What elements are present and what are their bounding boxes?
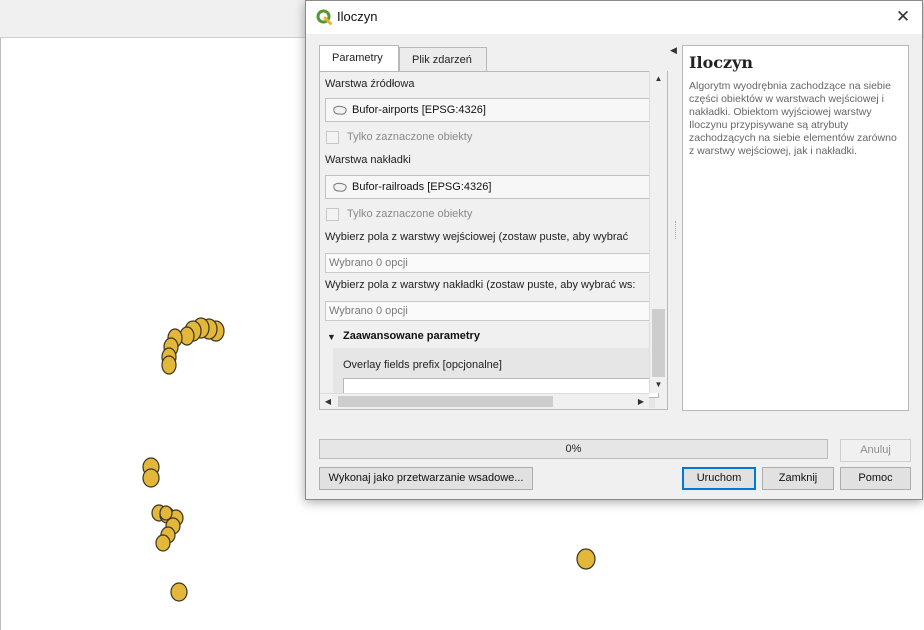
advanced-parameters-label: Zaawansowane parametry <box>343 330 480 342</box>
overlay-fields-label: Wybierz pola z warstwy nakładki (zostaw … <box>325 279 636 291</box>
intersection-dialog: Iloczyn ✕ Parametry Plik zdarzeń Warstwa… <box>305 0 923 500</box>
vertical-scroll-thumb[interactable] <box>652 309 665 377</box>
cancel-button[interactable]: Anuluj <box>840 439 911 462</box>
scroll-left-icon[interactable]: ◀ <box>320 394 336 410</box>
scroll-up-icon[interactable]: ▲ <box>650 71 667 87</box>
horizontal-scrollbar[interactable]: ◀ ▶ <box>320 393 649 409</box>
overlay-fields-value: Wybrano 0 opcji <box>329 305 408 317</box>
buffer-polygon <box>159 505 173 521</box>
vertical-scrollbar[interactable]: ▲ ▼ <box>649 71 667 393</box>
buffer-polygon <box>155 534 171 552</box>
panel-splitter[interactable] <box>675 221 678 239</box>
input-fields-value: Wybrano 0 opcji <box>329 257 408 269</box>
dialog-titlebar: Iloczyn ✕ <box>306 1 922 34</box>
run-button[interactable]: Uruchom <box>682 467 756 490</box>
scroll-right-icon[interactable]: ▶ <box>633 394 649 410</box>
help-button[interactable]: Pomoc <box>840 467 911 490</box>
checkbox-box[interactable] <box>326 208 339 221</box>
overlay-fields-select[interactable]: Wybrano 0 opcji <box>325 301 655 321</box>
scroll-down-icon[interactable]: ▼ <box>650 377 667 393</box>
input-fields-label: Wybierz pola z warstwy wejściowej (zosta… <box>325 231 629 243</box>
help-title: Iloczyn <box>689 53 753 72</box>
overlay-layer-label: Warstwa nakładki <box>325 154 411 166</box>
triangle-down-icon: ▼ <box>327 332 336 342</box>
advanced-parameters-toggle[interactable]: ▼ Zaawansowane parametry <box>325 328 655 348</box>
buffer-polygon <box>576 548 596 570</box>
progress-bar: 0% <box>319 439 828 459</box>
buffer-polygon <box>161 355 177 375</box>
source-layer-value: Bufor-airports [EPSG:4326] <box>352 104 486 116</box>
tab-log[interactable]: Plik zdarzeń <box>399 47 487 71</box>
source-layer-combo[interactable]: Bufor-airports [EPSG:4326] <box>325 98 655 122</box>
collapse-help-icon[interactable]: ◀ <box>670 45 677 56</box>
overlay-layer-combo[interactable]: Bufor-railroads [EPSG:4326] <box>325 175 655 199</box>
buffer-polygon <box>142 468 160 488</box>
checkbox-box[interactable] <box>326 131 339 144</box>
checkbox-label: Tylko zaznaczone obiekty <box>347 131 473 143</box>
buffer-polygon <box>170 582 188 602</box>
source-layer-label: Warstwa źródłowa <box>325 78 415 90</box>
close-icon[interactable]: ✕ <box>890 5 916 29</box>
polygon-layer-icon <box>333 182 347 192</box>
overlay-prefix-label: Overlay fields prefix [opcjonalne] <box>343 359 502 371</box>
input-fields-select[interactable]: Wybrano 0 opcji <box>325 253 655 273</box>
close-button[interactable]: Zamknij <box>762 467 834 490</box>
dialog-title: Iloczyn <box>337 9 378 24</box>
polygon-layer-icon <box>333 105 347 115</box>
progress-text: 0% <box>565 443 582 455</box>
help-description: Algorytm wyodrębnia zachodzące na siebie… <box>689 80 897 157</box>
qgis-logo-icon <box>316 9 332 25</box>
overlay-layer-value: Bufor-railroads [EPSG:4326] <box>352 181 492 193</box>
checkbox-label: Tylko zaznaczone obiekty <box>347 208 473 220</box>
tab-parameters[interactable]: Parametry <box>319 45 399 72</box>
horizontal-scroll-thumb[interactable] <box>338 396 553 407</box>
help-panel: Iloczyn Algorytm wyodrębnia zachodzące n… <box>682 45 909 411</box>
parameters-panel: Warstwa źródłowa Bufor-airports [EPSG:43… <box>319 71 668 410</box>
batch-process-button[interactable]: Wykonaj jako przetwarzanie wsadowe... <box>319 467 533 490</box>
